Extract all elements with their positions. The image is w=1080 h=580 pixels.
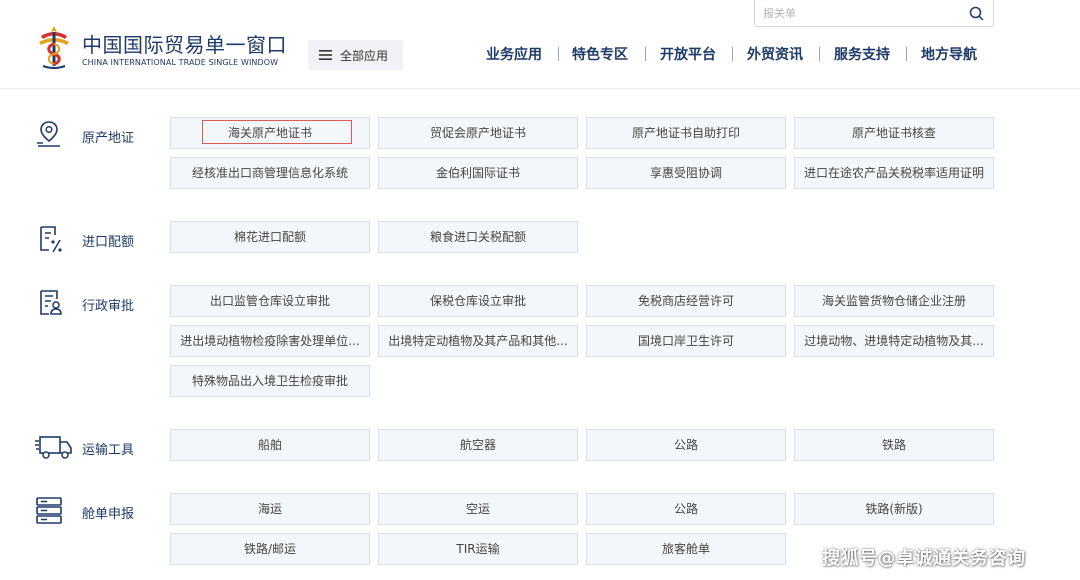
- item-manifest-railway-new[interactable]: 铁路(新版): [794, 493, 994, 525]
- logo-title-cn[interactable]: 中国国际贸易单一窗口: [82, 29, 287, 58]
- item-approved-exporter-system[interactable]: 经核准出口商管理信息化系统: [170, 157, 370, 189]
- item-transport-road[interactable]: 公路: [586, 429, 786, 461]
- item-transport-ship[interactable]: 船舶: [170, 429, 370, 461]
- item-in-transit-agri-tariff-proof[interactable]: 进口在途农产品关税税率适用证明: [794, 157, 994, 189]
- approval-document-icon: [40, 290, 62, 315]
- item-port-health-license[interactable]: 国境口岸卫生许可: [586, 325, 786, 357]
- item-transport-aircraft[interactable]: 航空器: [378, 429, 578, 461]
- category-label-administrative-approval: 行政审批: [82, 299, 135, 314]
- nav-divider: [645, 47, 646, 61]
- nav-service-support[interactable]: 服务支持: [834, 44, 890, 64]
- category-label-manifest-declaration: 舱单申报: [82, 507, 135, 522]
- item-special-goods-health-quarantine[interactable]: 特殊物品出入境卫生检疫审批: [170, 365, 370, 397]
- item-export-bonded-warehouse-approval[interactable]: 出口监管仓库设立审批: [170, 285, 370, 317]
- item-ccpit-origin-certificate[interactable]: 贸促会原产地证书: [378, 117, 578, 149]
- category-label-transport: 运输工具: [82, 443, 135, 458]
- nav-business-apps[interactable]: 业务应用: [486, 44, 542, 64]
- nav-local-navigation[interactable]: 地方导航: [921, 44, 977, 64]
- category-label-import-quota: 进口配额: [82, 235, 135, 250]
- nav-divider: [558, 47, 559, 61]
- item-origin-certificate-self-print[interactable]: 原产地证书自助打印: [586, 117, 786, 149]
- item-manifest-passenger[interactable]: 旅客舱单: [586, 533, 786, 565]
- search-icon[interactable]: [969, 6, 984, 21]
- item-quarantine-treatment-unit[interactable]: 进出境动植物检疫除害处理单位...: [170, 325, 370, 357]
- item-cotton-import-quota[interactable]: 棉花进口配额: [170, 221, 370, 253]
- item-supervised-warehouse-registration[interactable]: 海关监管货物仓储企业注册: [794, 285, 994, 317]
- nav-trade-news[interactable]: 外贸资讯: [747, 44, 803, 64]
- item-bonded-warehouse-approval[interactable]: 保税仓库设立审批: [378, 285, 578, 317]
- search-box: [754, 0, 994, 27]
- item-manifest-sea[interactable]: 海运: [170, 493, 370, 525]
- item-manifest-tir[interactable]: TIR运输: [378, 533, 578, 565]
- map-pin-icon: [37, 121, 60, 147]
- nav-special-zone[interactable]: 特色专区: [572, 44, 628, 64]
- item-kimberley-certificate[interactable]: 金伯利国际证书: [378, 157, 578, 189]
- item-manifest-road[interactable]: 公路: [586, 493, 786, 525]
- all-apps-button[interactable]: 全部应用: [308, 40, 403, 70]
- item-outbound-plants-animals[interactable]: 出境特定动植物及其产品和其他...: [378, 325, 578, 357]
- quota-document-icon: [40, 226, 62, 253]
- watermark-text: 搜狐号@卓诚通关务咨询: [822, 548, 1026, 569]
- logo-title-en: CHINA INTERNATIONAL TRADE SINGLE WINDOW: [82, 58, 279, 67]
- item-transport-railway[interactable]: 铁路: [794, 429, 994, 461]
- logo-emblem-icon[interactable]: [35, 24, 73, 70]
- item-manifest-air[interactable]: 空运: [378, 493, 578, 525]
- nav-divider: [819, 47, 820, 61]
- item-transit-animals-plants[interactable]: 过境动物、进境特定动植物及其...: [794, 325, 994, 357]
- nav-open-platform[interactable]: 开放平台: [660, 44, 716, 64]
- item-origin-certificate-verification[interactable]: 原产地证书核查: [794, 117, 994, 149]
- all-apps-label: 全部应用: [340, 49, 389, 63]
- menu-icon: [319, 50, 332, 60]
- item-preference-coordination[interactable]: 享惠受阻协调: [586, 157, 786, 189]
- nav-divider: [732, 47, 733, 61]
- search-input[interactable]: [763, 3, 953, 23]
- site-header: 中国国际贸易单一窗口 CHINA INTERNATIONAL TRADE SIN…: [0, 0, 1080, 89]
- manifest-server-icon: [36, 497, 62, 524]
- item-customs-origin-certificate[interactable]: 海关原产地证书: [170, 117, 370, 149]
- item-duty-free-shop-license[interactable]: 免税商店经营许可: [586, 285, 786, 317]
- nav-divider: [906, 47, 907, 61]
- item-grain-import-tariff-quota[interactable]: 粮食进口关税配额: [378, 221, 578, 253]
- truck-icon: [35, 436, 72, 459]
- item-manifest-railway-post[interactable]: 铁路/邮运: [170, 533, 370, 565]
- category-label-origin-certificate: 原产地证: [82, 131, 135, 146]
